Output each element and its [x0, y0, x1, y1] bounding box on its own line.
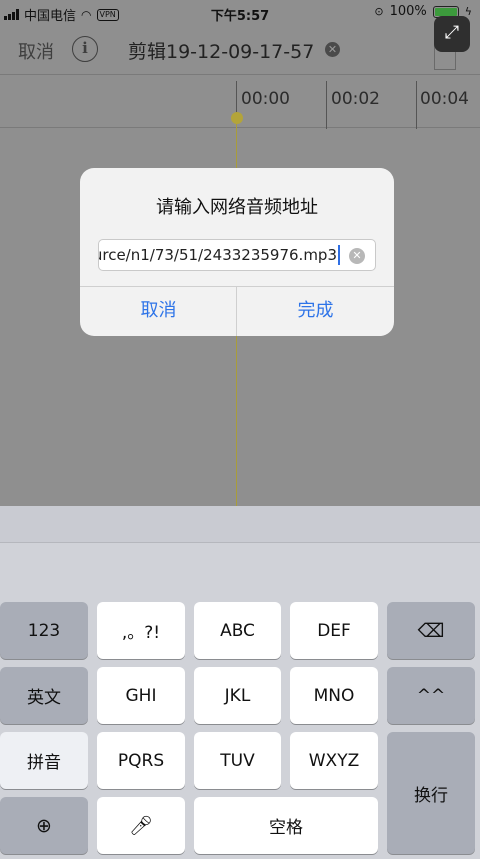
key-punctuation[interactable]: ,。?! — [97, 602, 185, 659]
globe-icon: ⊕ — [36, 814, 52, 837]
microphone-icon: 🎤︎ — [128, 815, 154, 837]
text-caret — [338, 245, 340, 265]
key-wxyz[interactable]: WXYZ — [290, 732, 378, 789]
playhead-handle[interactable] — [231, 112, 243, 124]
rotation-lock-icon: ⊙ — [374, 5, 384, 18]
top-bar: 取消 i 剪辑19-12-09-17-57 ✕ ⤢ — [0, 16, 480, 74]
dialog-title: 请输入网络音频地址 — [156, 197, 318, 218]
key-def[interactable]: DEF — [290, 602, 378, 659]
key-ghi[interactable]: GHI — [97, 667, 185, 724]
tick-line — [416, 81, 417, 129]
backspace-key[interactable]: ⌫ — [387, 602, 475, 659]
key-english[interactable]: 英文 — [0, 667, 88, 724]
tick-label: 00:02 — [331, 89, 380, 109]
key-space[interactable]: 空格 — [194, 797, 378, 854]
tick-label: 00:04 — [420, 89, 469, 109]
key-jkl[interactable]: JKL — [194, 667, 281, 724]
dialog-done-button[interactable]: 完成 — [237, 286, 394, 336]
audio-url-value[interactable]: source/n1/73/51/2433235976.mp3 — [99, 246, 337, 264]
backspace-icon: ⌫ — [417, 619, 445, 642]
dictation-key[interactable]: 🎤︎ — [97, 797, 185, 854]
key-pinyin[interactable]: 拼音 — [0, 732, 88, 789]
audio-url-input[interactable]: source/n1/73/51/2433235976.mp3 ✕ — [98, 239, 376, 271]
page-title[interactable]: 剪辑19-12-09-17-57 — [128, 37, 314, 64]
status-bar: 中国电信 ◠ VPN 下午5:57 ⊙ 100% ϟ — [0, 0, 480, 26]
keyboard-candidate-bar — [0, 506, 480, 543]
globe-key[interactable]: ⊕ — [0, 797, 88, 854]
key-tuv[interactable]: TUV — [194, 732, 281, 789]
key-emoticon[interactable]: ^^ — [387, 667, 475, 724]
fullscreen-icon[interactable]: ⤢ — [434, 16, 470, 52]
info-icon[interactable]: i — [72, 36, 98, 62]
key-abc[interactable]: ABC — [194, 602, 281, 659]
clear-input-icon[interactable]: ✕ — [349, 248, 365, 264]
key-pqrs[interactable]: PQRS — [97, 732, 185, 789]
tick-line — [326, 81, 327, 129]
key-123[interactable]: 123 — [0, 602, 88, 659]
battery-percent: 100% — [389, 4, 427, 19]
cancel-button[interactable]: 取消 — [18, 38, 54, 64]
keyboard: 123 ,。?! ABC DEF ⌫ 英文 GHI JKL MNO ^^ 拼音 … — [0, 543, 480, 859]
key-mno[interactable]: MNO — [290, 667, 378, 724]
tick-label: 00:00 — [241, 89, 290, 109]
url-input-dialog: 请输入网络音频地址 source/n1/73/51/2433235976.mp3… — [80, 168, 394, 336]
key-return[interactable]: 换行 — [387, 732, 475, 854]
dialog-cancel-button[interactable]: 取消 — [80, 286, 237, 336]
clear-title-icon[interactable]: ✕ — [325, 42, 340, 57]
